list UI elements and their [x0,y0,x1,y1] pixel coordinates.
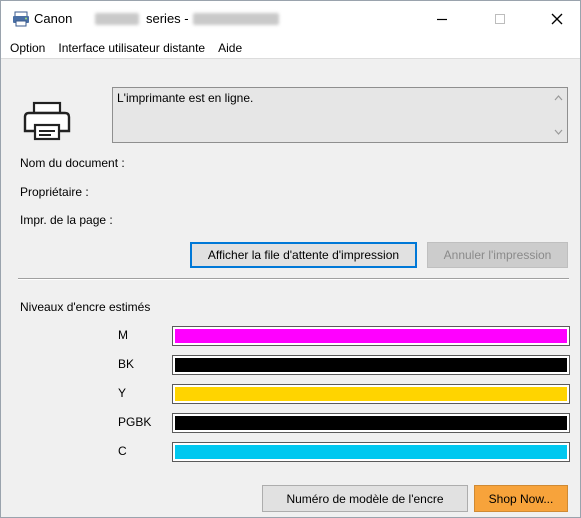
minimize-icon [437,18,447,21]
page-print-label: Impr. de la page : [20,213,113,227]
close-button[interactable] [534,1,580,37]
owner-label: Propriétaire : [20,185,89,199]
maximize-button[interactable] [477,1,523,37]
ink-bar-pgbk [172,413,570,433]
cancel-print-button[interactable]: Annuler l'impression [427,242,568,268]
status-message: L'imprimante est en ligne. [117,91,254,105]
ink-model-number-button[interactable]: Numéro de modèle de l'encre [262,485,468,512]
scroll-up-icon [554,95,563,101]
status-message-box[interactable]: L'imprimante est en ligne. [112,87,568,143]
shop-now-button[interactable]: Shop Now... [474,485,568,512]
ink-fill-c [175,445,567,459]
printer-app-icon [13,11,29,27]
ink-bar-bk [172,355,570,375]
menu-option[interactable]: Option [5,41,50,55]
ink-name-m: M [118,328,128,342]
redacted-device-name [193,13,279,25]
ink-bar-c [172,442,570,462]
status-scrollbar[interactable] [550,88,567,142]
window-title-series: series - [146,11,189,26]
menu-help[interactable]: Aide [213,41,247,55]
ink-fill-pgbk [175,416,567,430]
menu-bar: Option Interface utilisateur distante Ai… [1,37,580,58]
window-title-brand: Canon [34,11,73,26]
printer-icon [23,101,71,141]
menu-remote-ui[interactable]: Interface utilisateur distante [53,41,210,55]
printer-status-window: Canon series - Option Interface utilisat… [0,0,581,518]
scroll-down-icon [554,129,563,135]
title-bar[interactable]: Canon series - [1,1,580,37]
ink-bar-y [172,384,570,404]
ink-bar-m [172,326,570,346]
ink-levels-heading: Niveaux d'encre estimés [20,300,151,314]
minimize-button[interactable] [419,1,465,37]
ink-name-c: C [118,444,127,458]
menu-separator [1,58,580,59]
document-name-label: Nom du document : [20,156,125,170]
ink-fill-bk [175,358,567,372]
show-print-queue-button[interactable]: Afficher la file d'attente d'impression [190,242,417,268]
section-divider [18,278,569,280]
redacted-model-name [95,13,139,25]
ink-name-pgbk: PGBK [118,415,152,429]
ink-name-y: Y [118,386,127,400]
close-icon [551,13,563,25]
maximize-icon [495,14,505,24]
ink-fill-y [175,387,567,401]
ink-name-bk: BK [118,357,135,371]
ink-fill-m [175,329,567,343]
